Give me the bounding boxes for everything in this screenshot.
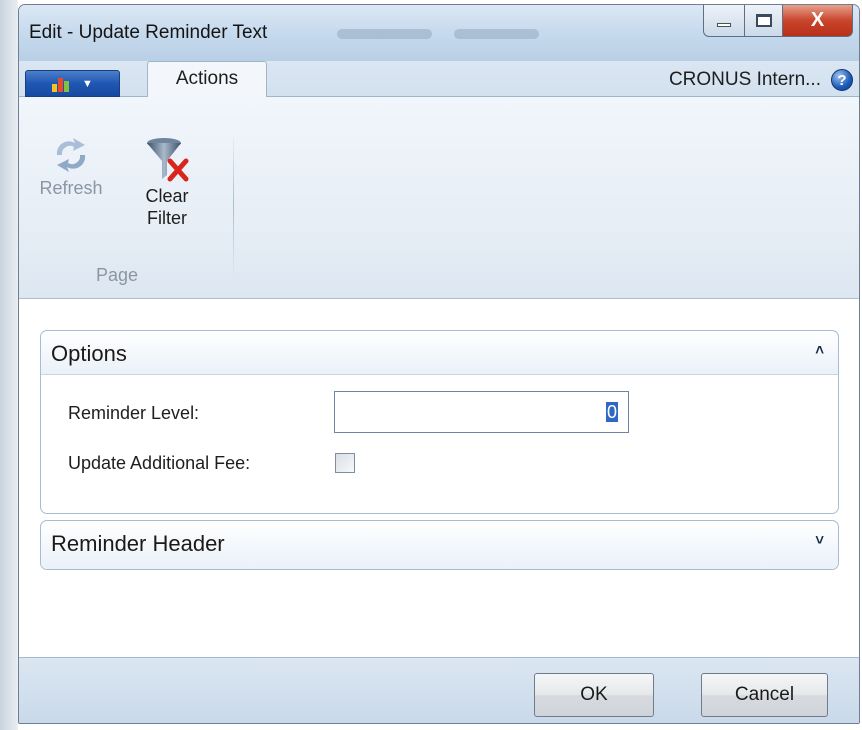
window-title: Edit - Update Reminder Text [29,22,268,43]
clear-filter-icon [147,138,189,182]
clear-filter-label-1: Clear [145,186,189,206]
app-menu-button[interactable]: ▼ [25,70,120,97]
close-button[interactable]: X [783,5,853,37]
refresh-button[interactable]: Refresh [31,135,111,199]
close-icon: X [810,9,825,31]
ribbon-panel: Refresh Clear Filter Page [19,97,859,299]
reminder-level-input[interactable]: 0 [334,391,629,433]
ribbon-group-separator [233,131,234,279]
dialog-button-bar: OK Cancel [19,657,859,723]
ribbon-group-page-label: Page [95,265,139,285]
options-fasttab: Options ˄ Reminder Level: 0 Update Addit… [40,330,839,514]
background-window-edge [0,0,18,730]
chevron-down-icon: ▼ [82,77,93,90]
page-content: Options ˄ Reminder Level: 0 Update Addit… [19,299,859,657]
reminder-header-fasttab: Reminder Header ˅ [40,520,839,570]
clear-filter-button[interactable]: Clear Filter [127,135,207,229]
ok-button[interactable]: OK [534,673,654,717]
minimize-icon [717,22,731,27]
cancel-button[interactable]: Cancel [701,673,828,717]
options-fasttab-header[interactable]: Options ˄ [41,331,838,375]
options-title: Options [51,341,127,366]
reminder-level-value: 0 [605,402,618,422]
ribbon-tab-row: ▼ Actions CRONUS Intern... ? [19,61,859,98]
update-fee-checkbox[interactable] [335,453,355,473]
help-icon[interactable]: ? [831,69,853,91]
caption-buttons: X [703,5,853,37]
blurred-title-text [337,29,432,39]
refresh-label: Refresh [39,178,103,198]
refresh-icon [56,138,86,172]
maximize-button[interactable] [745,5,783,37]
reminder-level-label: Reminder Level: [68,403,200,423]
chevron-down-icon[interactable]: ˅ [815,532,824,549]
dialog-window: Edit - Update Reminder Text X ▼ Actions [18,4,860,724]
clear-filter-label-2: Filter [147,208,187,228]
reminder-header-title: Reminder Header [51,531,225,556]
app-menu-icon [52,76,74,92]
tab-actions[interactable]: Actions [147,61,267,98]
title-bar: Edit - Update Reminder Text X [19,5,859,61]
maximize-icon [755,14,772,27]
blurred-title-text [454,29,539,39]
chevron-up-icon[interactable]: ˄ [815,342,824,359]
reminder-header-fasttab-header[interactable]: Reminder Header ˅ [41,521,838,569]
company-name[interactable]: CRONUS Intern... [669,69,821,91]
minimize-button[interactable] [703,5,745,37]
update-fee-label: Update Additional Fee: [68,453,251,473]
